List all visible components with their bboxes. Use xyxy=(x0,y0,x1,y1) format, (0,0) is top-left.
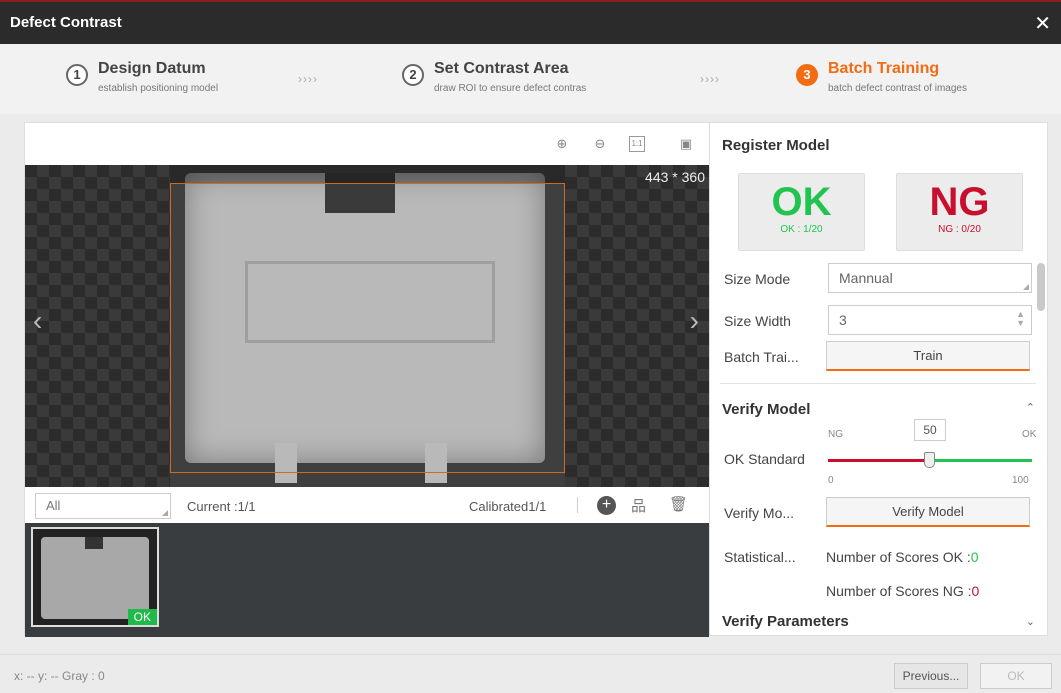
settings-panel: Register Model OK OK : 1/20 NG NG : 0/20… xyxy=(709,123,1047,635)
ok-card[interactable]: OK OK : 1/20 xyxy=(738,173,865,251)
status-badge: OK xyxy=(127,609,157,625)
statistical-label: Statistical... xyxy=(724,549,796,565)
slider-max: 100 xyxy=(1012,475,1029,486)
actual-size-icon[interactable]: 1:1 xyxy=(629,136,645,152)
step-number: 3 xyxy=(796,64,818,86)
scores-ok: Number of Scores OK :0 xyxy=(826,549,979,565)
thumbnail-item[interactable]: OK xyxy=(31,527,159,627)
batch-train-label: Batch Trai... xyxy=(724,349,799,365)
size-mode-label: Size Mode xyxy=(724,271,791,287)
step-title: Design Datum xyxy=(98,60,206,77)
close-icon[interactable]: ✕ xyxy=(1034,11,1051,36)
size-width-stepper[interactable]: 3 ▲ ▼ xyxy=(828,305,1032,335)
step-subtitle: batch defect contrast of images xyxy=(828,83,967,94)
scores-ng: Number of Scores NG :0 xyxy=(826,583,980,599)
scrollbar[interactable] xyxy=(1037,263,1045,311)
slider-ok-label: OK xyxy=(1022,429,1037,440)
verify-model-label: Verify Mo... xyxy=(724,505,795,521)
image-filter-select[interactable]: All xyxy=(35,493,171,519)
image-dimensions: 443 * 360 xyxy=(645,169,705,185)
previous-button[interactable]: Previous... xyxy=(894,663,968,689)
step-subtitle: establish positioning model xyxy=(98,83,219,94)
ok-count: OK : 1/20 xyxy=(780,224,823,235)
step-number: 1 xyxy=(66,64,88,86)
size-mode-select[interactable]: Mannual xyxy=(828,263,1032,293)
title-bar: Defect Contrast ✕ xyxy=(0,0,1061,44)
ok-button[interactable]: OK xyxy=(980,663,1052,689)
slider-min: 0 xyxy=(828,475,834,486)
step-title: Batch Training xyxy=(828,60,940,77)
step-title: Set Contrast Area xyxy=(434,60,569,77)
register-model-title: Register Model xyxy=(722,137,830,154)
zoom-out-icon[interactable]: ⊖ xyxy=(591,135,609,153)
thumbnail-strip: OK xyxy=(25,523,709,637)
verify-model-button[interactable]: Verify Model xyxy=(826,497,1030,527)
main-panel: ⊕ ⊖ 1:1 ▣ 443 * 360 ‹ › All Current :1/1… xyxy=(24,122,1048,637)
verify-parameters-title: Verify Parameters xyxy=(722,613,849,630)
ng-label: NG xyxy=(929,180,990,224)
ok-standard-label: OK Standard xyxy=(724,451,805,467)
next-image-arrow-icon[interactable]: › xyxy=(690,305,699,337)
ok-label: OK xyxy=(771,180,832,224)
stepper-arrows-icon[interactable]: ▲ ▼ xyxy=(1016,310,1025,328)
image-canvas[interactable]: 443 * 360 ‹ › xyxy=(25,165,709,487)
previous-image-arrow-icon[interactable]: ‹ xyxy=(33,305,42,337)
ng-count: NG : 0/20 xyxy=(938,224,981,235)
image-filter-bar: All Current :1/1 Calibrated1/1 + 品 🗑 xyxy=(25,487,709,523)
slider-handle[interactable] xyxy=(924,452,935,468)
window-title: Defect Contrast xyxy=(10,14,122,31)
chevron-down-icon[interactable]: ⌄ xyxy=(1026,615,1035,628)
ng-card[interactable]: NG NG : 0/20 xyxy=(896,173,1023,251)
slider-ng-label: NG xyxy=(828,429,843,440)
hierarchy-icon[interactable]: 品 xyxy=(631,495,646,516)
current-index: Current :1/1 xyxy=(187,499,256,514)
size-width-label: Size Width xyxy=(724,313,791,329)
add-image-icon[interactable]: + xyxy=(597,496,616,515)
fit-window-icon[interactable]: ▣ xyxy=(677,135,695,153)
calibrated-count: Calibrated1/1 xyxy=(469,499,547,514)
status-bar: x: -- y: -- Gray : 0 Previous... OK xyxy=(0,654,1061,693)
step-separator: ›››› xyxy=(700,72,720,86)
step-separator: ›››› xyxy=(298,72,318,86)
status-readout: x: -- y: -- Gray : 0 xyxy=(14,669,105,683)
step-subtitle: draw ROI to ensure defect contras xyxy=(434,83,587,94)
verify-model-title: Verify Model xyxy=(722,401,811,418)
slider-value-box: 50 xyxy=(914,419,946,441)
train-button[interactable]: Train xyxy=(826,341,1030,371)
zoom-in-icon[interactable]: ⊕ xyxy=(553,135,571,153)
chevron-up-icon[interactable]: ⌃ xyxy=(1026,401,1035,414)
wizard-steps: 1 Design Datum establish positioning mod… xyxy=(0,44,1061,114)
roi-rectangle[interactable] xyxy=(170,183,565,473)
viewer-toolbar: ⊕ ⊖ 1:1 ▣ xyxy=(25,123,709,165)
delete-icon[interactable]: 🗑 xyxy=(669,495,688,513)
step-number: 2 xyxy=(402,64,424,86)
